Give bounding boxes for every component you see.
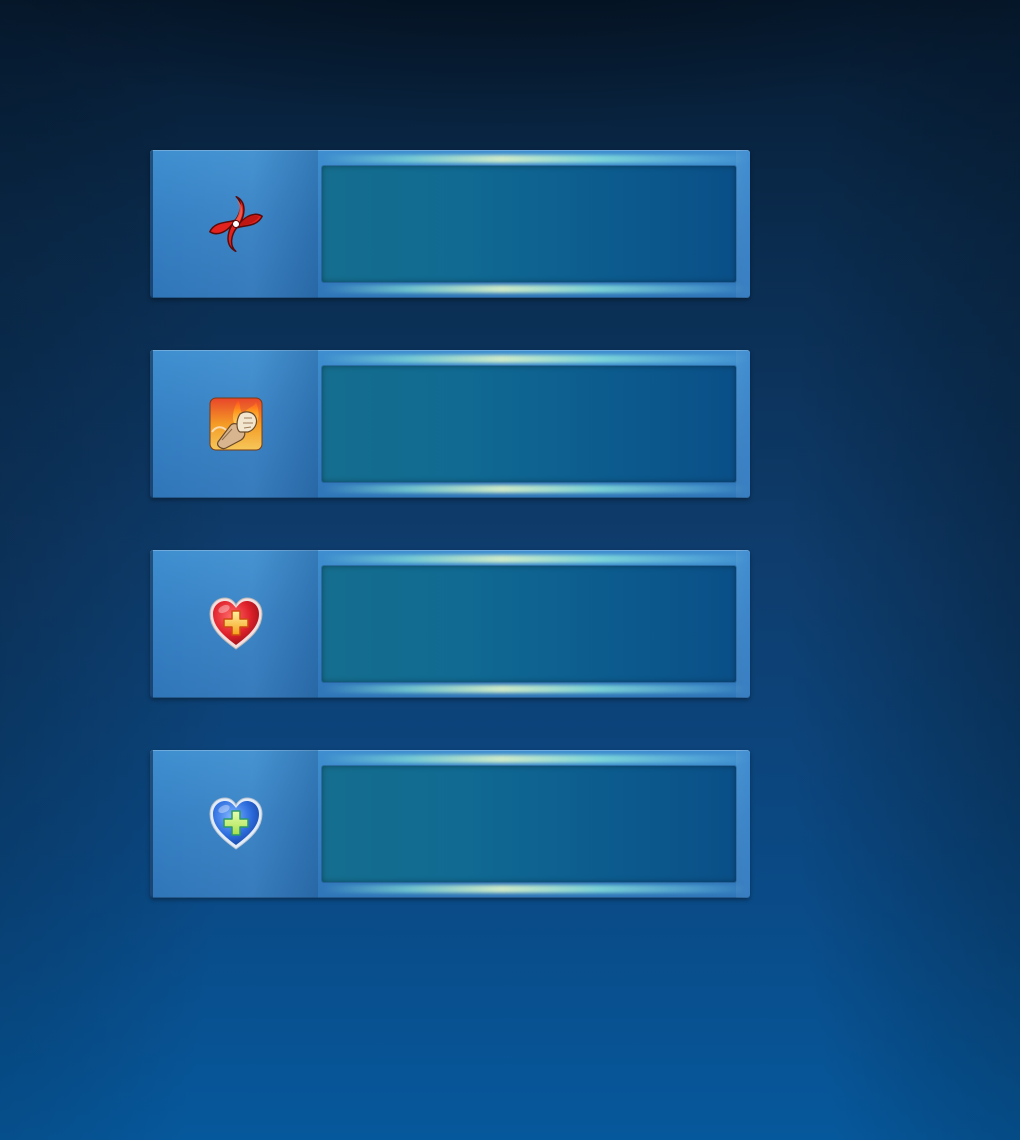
ability-panel-health[interactable] xyxy=(150,550,750,698)
ability-panel-list xyxy=(150,150,750,950)
glow-line-top xyxy=(322,555,750,563)
glow-line-bottom xyxy=(322,885,750,893)
ability-icon-cell xyxy=(153,350,318,498)
red-heart-plus-icon xyxy=(207,595,265,653)
panel-edge xyxy=(736,150,750,298)
glow-line-top xyxy=(322,755,750,763)
glow-line-bottom xyxy=(322,285,750,293)
flaming-fist-icon xyxy=(208,396,264,452)
game-screen: { "panels": [ {"id": "shuriken", "icon":… xyxy=(0,0,1020,1140)
blue-heart-plus-icon xyxy=(207,795,265,853)
ability-slot xyxy=(322,766,736,882)
glow-line-bottom xyxy=(322,685,750,693)
ability-icon-cell xyxy=(153,750,318,898)
glow-line-top xyxy=(322,155,750,163)
glow-line-top xyxy=(322,355,750,363)
shuriken-icon xyxy=(206,194,266,254)
ability-panel-flaming-fist[interactable] xyxy=(150,350,750,498)
ability-slot xyxy=(322,566,736,682)
ability-icon-cell xyxy=(153,550,318,698)
ability-icon-cell xyxy=(153,150,318,298)
glow-line-bottom xyxy=(322,485,750,493)
ability-slot xyxy=(322,366,736,482)
ability-panel-shield[interactable] xyxy=(150,750,750,898)
ability-slot xyxy=(322,166,736,282)
panel-edge xyxy=(736,350,750,498)
ability-panel-shuriken[interactable] xyxy=(150,150,750,298)
panel-edge xyxy=(736,550,750,698)
panel-edge xyxy=(736,750,750,898)
